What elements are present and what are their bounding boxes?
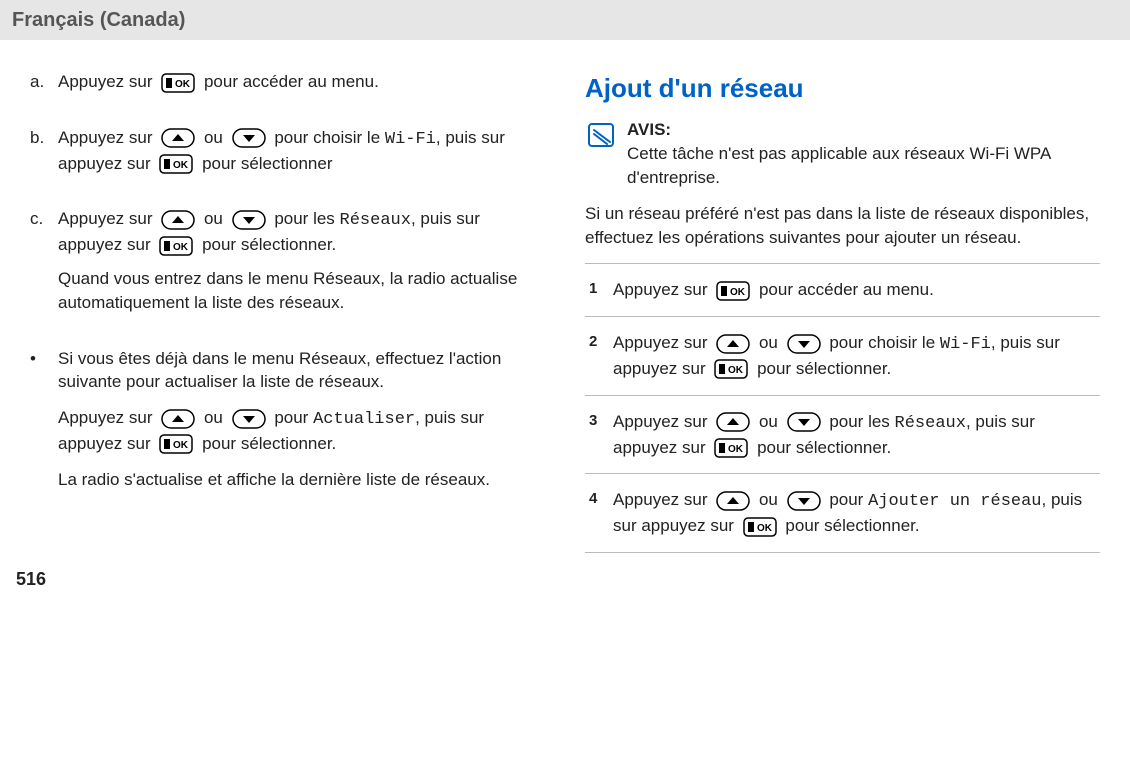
ok-key-icon: OK — [743, 517, 777, 537]
mono-text: Actualiser — [313, 410, 415, 429]
svg-text:OK: OK — [728, 444, 744, 455]
down-key-icon — [232, 128, 266, 148]
step-body: Appuyez sur ou pour les Réseaux, puis su… — [613, 410, 1096, 460]
svg-text:OK: OK — [730, 287, 746, 298]
bullet-body: Si vous êtes déjà dans le menu Réseaux, … — [58, 347, 545, 504]
text-line: Appuyez sur OK pour accéder au menu. — [58, 70, 545, 94]
down-key-icon — [787, 412, 821, 432]
letter-body: Appuyez sur OK pour accéder au menu. — [58, 70, 545, 104]
page-body: a.Appuyez sur OK pour accéder au menu.b.… — [0, 40, 1130, 563]
page-header: Français (Canada) — [0, 0, 1130, 40]
header-lang: Français (Canada) — [12, 9, 185, 31]
down-key-icon — [232, 210, 266, 230]
ok-key-icon: OK — [716, 281, 750, 301]
up-key-icon — [161, 128, 195, 148]
svg-text:OK: OK — [728, 365, 744, 376]
bullet-item: • Si vous êtes déjà dans le menu Réseaux… — [30, 347, 545, 504]
letter-item: a.Appuyez sur OK pour accéder au menu. — [30, 70, 545, 104]
text-line: Appuyez sur ou pour les Réseaux, puis su… — [58, 207, 545, 257]
step-item: 3Appuyez sur ou pour les Réseaux, puis s… — [585, 396, 1100, 475]
mono-text: Réseaux — [895, 414, 966, 433]
step-item: 1Appuyez sur OK pour accéder au menu. — [585, 264, 1100, 317]
ok-key-icon: OK — [714, 438, 748, 458]
page-number: 516 — [0, 563, 1130, 606]
notice-block: AVIS: Cette tâche n'est pas applicable a… — [585, 118, 1100, 189]
letter-marker: a. — [30, 70, 58, 104]
ok-key-icon: OK — [159, 154, 193, 174]
ok-key-icon: OK — [714, 359, 748, 379]
step-item: 4Appuyez sur ou pour Ajouter un réseau, … — [585, 474, 1100, 553]
step-item: 2Appuyez sur ou pour choisir le Wi-Fi, p… — [585, 317, 1100, 396]
down-key-icon — [232, 409, 266, 429]
left-column: a.Appuyez sur OK pour accéder au menu. b.… — [30, 70, 545, 553]
up-key-icon — [161, 409, 195, 429]
text-line: Appuyez sur ou pour choisir le Wi-Fi, pu… — [613, 331, 1096, 381]
step-body: Appuyez sur ou pour choisir le Wi-Fi, pu… — [613, 331, 1096, 381]
ok-key-icon: OK — [161, 73, 195, 93]
text-line: Quand vous entrez dans le menu Réseaux, … — [58, 267, 545, 315]
step-number: 4 — [589, 488, 613, 538]
mono-text: Wi-Fi — [385, 130, 436, 149]
step-number: 3 — [589, 410, 613, 460]
notice-body: Cette tâche n'est pas applicable aux rés… — [627, 142, 1100, 190]
mono-text: Réseaux — [340, 211, 411, 230]
letter-marker: b. — [30, 126, 58, 186]
section-heading: Ajout d'un réseau — [585, 70, 1100, 106]
up-key-icon — [161, 210, 195, 230]
svg-text:OK: OK — [173, 242, 189, 253]
text-line: Appuyez sur ou pour les Réseaux, puis su… — [613, 410, 1096, 460]
text-line: Appuyez sur ou pour Actualiser, puis sur… — [58, 406, 545, 456]
down-key-icon — [787, 491, 821, 511]
step-body: Appuyez sur OK pour accéder au menu. — [613, 278, 1096, 302]
ok-key-icon: OK — [159, 434, 193, 454]
intro-paragraph: Si un réseau préféré n'est pas dans la l… — [585, 202, 1100, 250]
up-key-icon — [716, 491, 750, 511]
letter-item: b.Appuyez sur ou pour choisir le Wi-Fi, … — [30, 126, 545, 186]
bullet-marker: • — [30, 347, 58, 504]
step-number: 1 — [589, 278, 613, 302]
letter-body: Appuyez sur ou pour les Réseaux, puis su… — [58, 207, 545, 324]
ok-key-icon: OK — [159, 236, 193, 256]
numbered-steps: 1Appuyez sur OK pour accéder au menu.2Ap… — [585, 263, 1100, 553]
mono-text: Ajouter un réseau — [868, 492, 1041, 511]
text-line: Si vous êtes déjà dans le menu Réseaux, … — [58, 347, 545, 395]
up-key-icon — [716, 412, 750, 432]
lettered-list: a.Appuyez sur OK pour accéder au menu. b.… — [30, 70, 545, 325]
letter-body: Appuyez sur ou pour choisir le Wi-Fi, pu… — [58, 126, 545, 186]
notice-title: AVIS: — [627, 120, 671, 139]
up-key-icon — [716, 334, 750, 354]
down-key-icon — [787, 334, 821, 354]
step-body: Appuyez sur ou pour Ajouter un réseau, p… — [613, 488, 1096, 538]
svg-text:OK: OK — [175, 79, 191, 90]
svg-text:OK: OK — [173, 160, 189, 171]
letter-marker: c. — [30, 207, 58, 324]
svg-text:OK: OK — [757, 523, 773, 534]
text-line: Appuyez sur OK pour accéder au menu. — [613, 278, 1096, 302]
text-line: La radio s'actualise et affiche la derni… — [58, 468, 545, 492]
notice-icon — [585, 118, 627, 189]
text-line: Appuyez sur ou pour Ajouter un réseau, p… — [613, 488, 1096, 538]
text-line: Appuyez sur ou pour choisir le Wi-Fi, pu… — [58, 126, 545, 176]
letter-item: c.Appuyez sur ou pour les Réseaux, puis … — [30, 207, 545, 324]
mono-text: Wi-Fi — [940, 335, 991, 354]
step-number: 2 — [589, 331, 613, 381]
notice-text: AVIS: Cette tâche n'est pas applicable a… — [627, 118, 1100, 189]
svg-text:OK: OK — [173, 440, 189, 451]
right-column: Ajout d'un réseau AVIS: Cette tâche n'es… — [585, 70, 1100, 553]
